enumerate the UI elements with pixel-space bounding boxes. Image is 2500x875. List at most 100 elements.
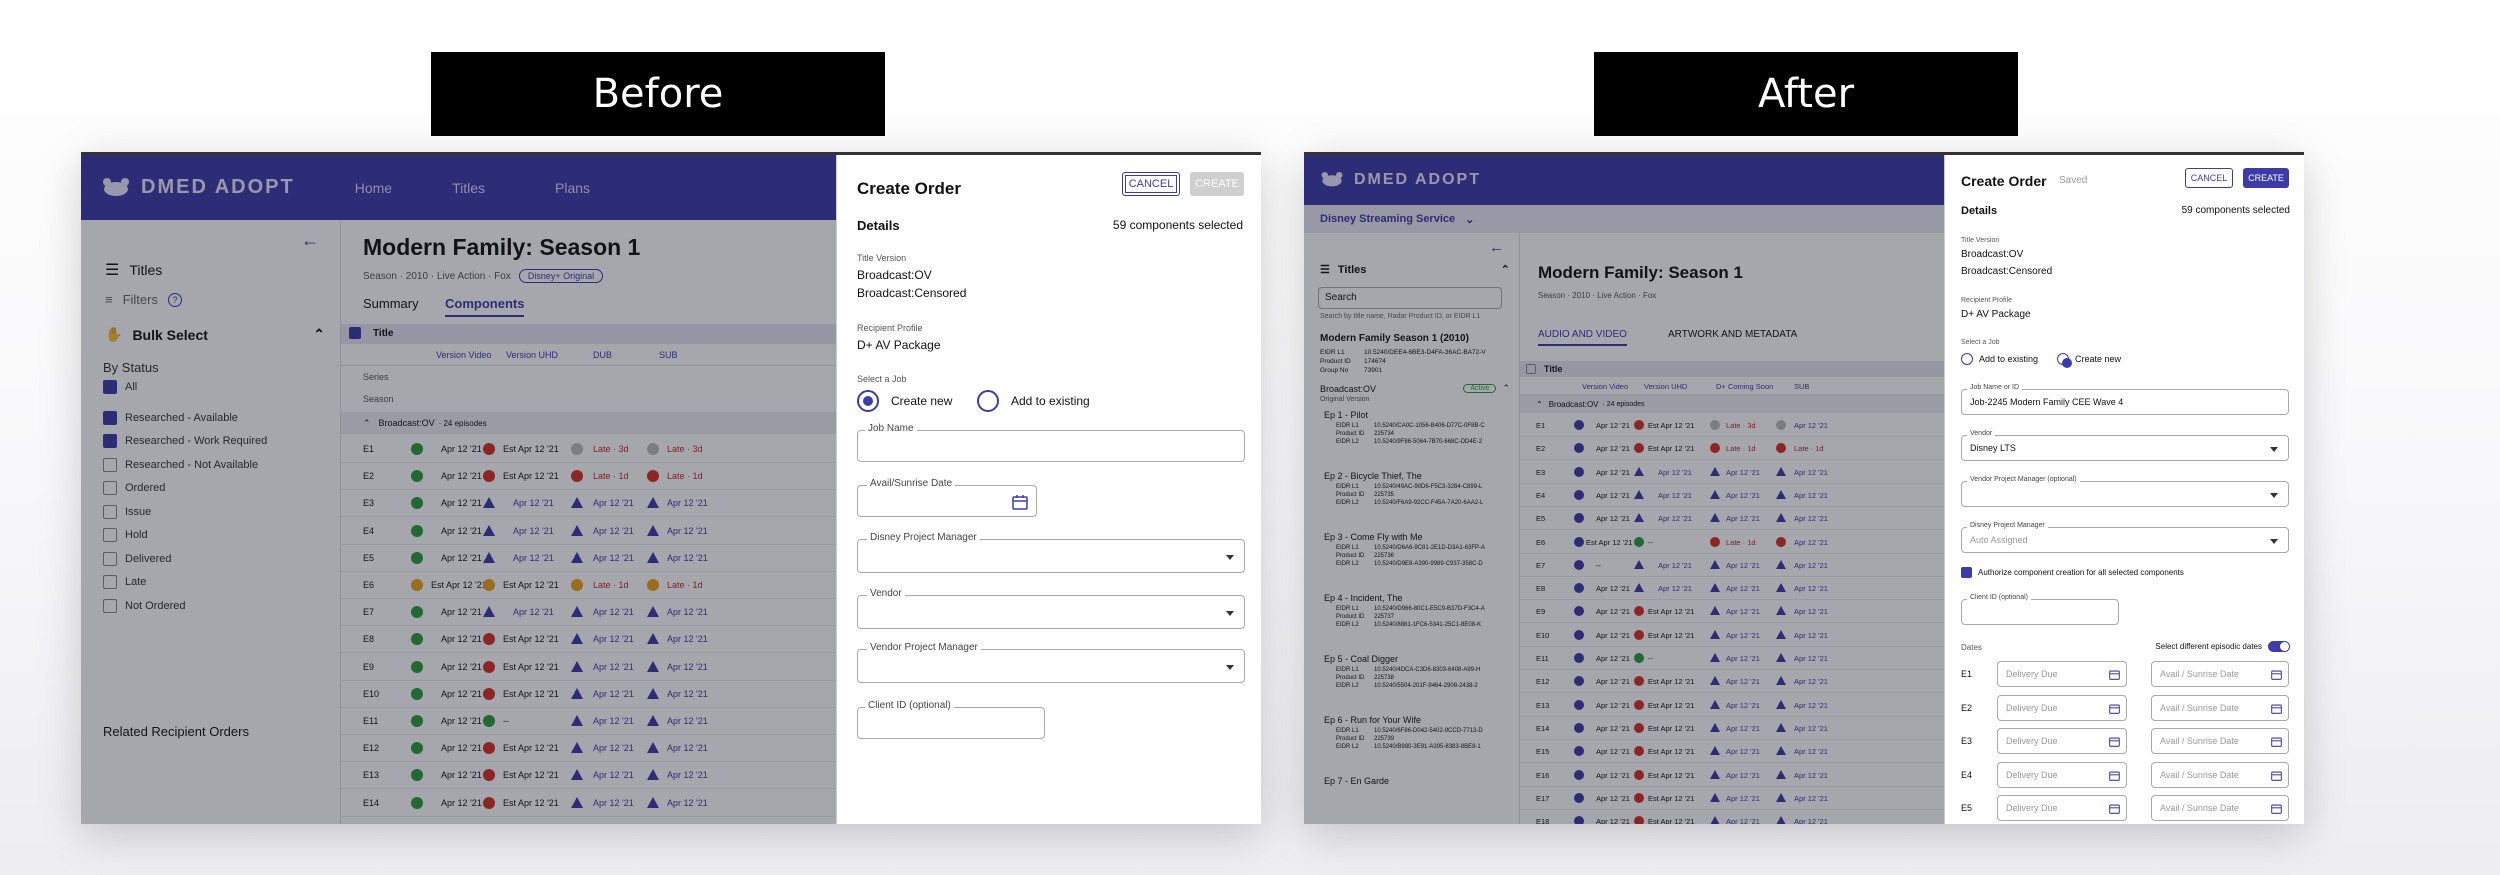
avail-placeholder: Avail / Sunrise Date <box>2160 803 2239 813</box>
chevron-down-icon <box>2270 447 2278 452</box>
add-existing-label: Add to existing <box>1011 394 1090 408</box>
job-name-field[interactable] <box>857 430 1245 462</box>
title-version-2: Broadcast:Censored <box>1961 266 2053 277</box>
panel-title: Create Order <box>1961 173 2047 189</box>
radio-create-new[interactable]: Create new <box>857 390 952 412</box>
calendar-icon[interactable] <box>2109 736 2120 749</box>
episode-label: E3 <box>1961 736 1973 746</box>
avail-placeholder: Avail / Sunrise Date <box>2160 669 2239 679</box>
vpm-label: Vendor Project Manager <box>867 642 981 653</box>
recipient-label: Recipient Profile <box>1961 297 2012 304</box>
vendor-label: Vendor <box>1967 430 1996 437</box>
authorize-checkbox-row[interactable]: Authorize component creation for all sel… <box>1961 567 2184 578</box>
dpm-select[interactable]: Auto Assigned <box>1961 527 2289 553</box>
client-id-label: Client ID (optional) <box>1967 594 2031 601</box>
delivery-due-field[interactable]: Delivery Due <box>1997 761 2127 788</box>
vpm-select[interactable] <box>857 649 1245 683</box>
job-name-field[interactable]: Job-2245 Modern Family CEE Wave 4 <box>1961 389 2289 415</box>
radio-add-existing[interactable]: Add to existing <box>977 390 1090 412</box>
client-id-field[interactable] <box>1961 599 2119 625</box>
recipient-value: D+ AV Package <box>857 338 941 352</box>
cancel-button[interactable]: CANCEL <box>2185 168 2233 188</box>
diff-dates-toggle-row[interactable]: Select different episodic dates <box>2155 641 2290 652</box>
radio-add-existing[interactable]: Add to existing <box>1961 353 2038 365</box>
diff-dates-toggle[interactable] <box>2268 641 2290 652</box>
recipient-value: D+ AV Package <box>1961 309 2031 320</box>
client-id-label: Client ID (optional) <box>865 700 954 711</box>
episode-label: E1 <box>1961 669 1973 679</box>
delivery-due-field[interactable]: Delivery Due <box>1997 728 2127 754</box>
vendor-label: Vendor <box>867 588 905 599</box>
before-label: Before <box>431 52 885 136</box>
calendar-icon[interactable] <box>2271 736 2282 749</box>
select-job-label: Select a Job <box>1961 339 2000 346</box>
after-screenshot: DMED ADOPT Disney Streaming Service ⌄ ← ☰… <box>1304 152 2304 824</box>
avail-date-field[interactable] <box>857 485 1037 517</box>
calendar-icon[interactable] <box>2109 703 2120 716</box>
modal-overlay[interactable] <box>81 155 836 824</box>
create-new-label: Create new <box>891 394 953 408</box>
avail-date-field[interactable]: Avail / Sunrise Date <box>2151 661 2289 687</box>
title-version-1: Broadcast:OV <box>857 268 932 282</box>
chevron-down-icon <box>1226 555 1234 560</box>
avail-date-field[interactable]: Avail / Sunrise Date <box>2151 728 2289 754</box>
chevron-down-icon <box>2270 493 2278 498</box>
title-version-label: Title Version <box>857 253 907 263</box>
add-existing-label: Add to existing <box>1979 354 2039 364</box>
title-version-1: Broadcast:OV <box>1961 249 2024 260</box>
vendor-value: Disney LTS <box>1970 443 2016 453</box>
vendor-select[interactable]: Disney LTS <box>1961 435 2289 461</box>
calendar-icon[interactable] <box>1012 494 1028 510</box>
delivery-placeholder: Delivery Due <box>2006 736 2058 746</box>
calendar-icon[interactable] <box>2271 770 2282 783</box>
avail-date-label: Avail/Sunrise Date <box>867 478 956 489</box>
dpm-select[interactable] <box>857 539 1245 573</box>
episode-label: E4 <box>1961 769 1973 780</box>
calendar-icon[interactable] <box>2271 669 2282 682</box>
calendar-icon[interactable] <box>2109 770 2120 783</box>
avail-date-field[interactable]: Avail / Sunrise Date <box>2151 761 2289 788</box>
delivery-due-field[interactable]: Delivery Due <box>1997 661 2127 687</box>
vendor-select[interactable] <box>857 595 1245 629</box>
modal-overlay[interactable] <box>1304 155 1944 824</box>
delivery-due-field[interactable]: Delivery Due <box>1997 795 2127 821</box>
before-screenshot: DMED ADOPT Home Titles Plans ← ☰ Titles ≡… <box>81 152 1261 824</box>
episode-date-row: E1 Delivery Due Avail / Sunrise Date <box>1961 661 2291 687</box>
cancel-button[interactable]: CANCEL <box>1122 172 1180 196</box>
chevron-down-icon <box>1226 665 1234 670</box>
title-version-2: Broadcast:Censored <box>857 286 967 300</box>
avail-date-field[interactable]: Avail / Sunrise Date <box>2151 795 2289 821</box>
radio-icon <box>2057 353 2072 368</box>
dpm-value: Auto Assigned <box>1970 535 2028 545</box>
episode-date-row: E3 Delivery Due Avail / Sunrise Date <box>1961 728 2291 754</box>
radio-create-new[interactable]: Create new <box>2057 353 2121 368</box>
select-job-label: Select a Job <box>857 374 907 384</box>
authorize-checkbox[interactable] <box>1961 567 1972 578</box>
create-button[interactable]: CREATE <box>1190 172 1244 196</box>
avail-date-field[interactable]: Avail / Sunrise Date <box>2151 694 2289 721</box>
authorize-label: Authorize component creation for all sel… <box>1978 568 2184 577</box>
calendar-icon[interactable] <box>2271 703 2282 716</box>
client-id-field[interactable] <box>857 707 1045 739</box>
calendar-icon[interactable] <box>2109 803 2120 816</box>
delivery-placeholder: Delivery Due <box>2006 669 2058 679</box>
create-button[interactable]: CREATE <box>2243 168 2289 188</box>
calendar-icon[interactable] <box>2271 803 2282 816</box>
calendar-icon[interactable] <box>2109 669 2120 682</box>
episode-date-row: E2 Delivery Due Avail / Sunrise Date <box>1961 694 2291 721</box>
chevron-down-icon <box>1226 611 1234 616</box>
dpm-label: Disney Project Manager <box>867 532 980 543</box>
dpm-label: Disney Project Manager <box>1967 522 2048 529</box>
job-value: Job-2245 Modern Family CEE Wave 4 <box>1970 397 2124 407</box>
delivery-placeholder: Delivery Due <box>2006 803 2058 813</box>
episode-date-row: E4 Delivery Due Avail / Sunrise Date <box>1961 761 2291 788</box>
saved-status: Saved <box>2059 175 2088 186</box>
chevron-down-icon <box>2270 539 2278 544</box>
job-name-label: Job Name <box>865 423 917 434</box>
vpm-select[interactable] <box>1961 481 2289 507</box>
details-heading: Details <box>857 218 900 233</box>
create-order-panel: Create Order CANCEL CREATE Details 59 co… <box>836 155 1261 824</box>
radio-icon <box>977 390 999 412</box>
delivery-due-field[interactable]: Delivery Due <box>1997 694 2127 721</box>
details-heading: Details <box>1961 205 1998 217</box>
